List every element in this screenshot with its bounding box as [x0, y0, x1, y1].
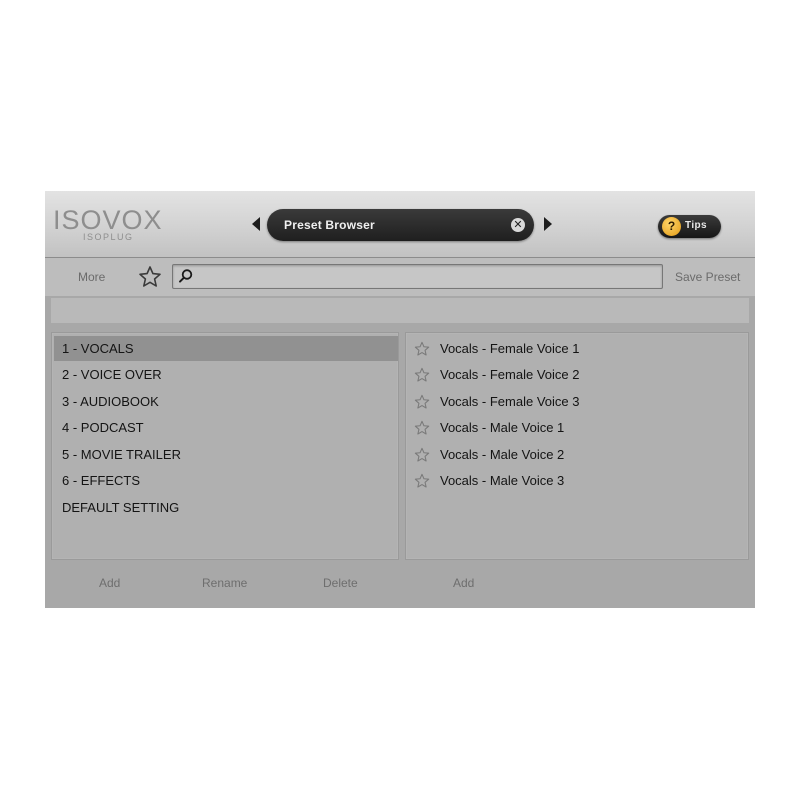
- favorite-star-icon[interactable]: [414, 394, 430, 410]
- rename-button[interactable]: Rename: [202, 576, 247, 590]
- favorite-star-icon[interactable]: [414, 447, 430, 463]
- header-bar: ISOVOX ISOPLUG Preset Browser ✕ ? Tips: [45, 191, 755, 258]
- preset-selector[interactable]: Preset Browser ✕: [267, 209, 534, 241]
- favorite-star-icon[interactable]: [414, 473, 430, 489]
- search-icon: [179, 269, 193, 283]
- more-button[interactable]: More: [78, 270, 105, 284]
- favorite-star-icon[interactable]: [414, 420, 430, 436]
- help-icon: ?: [662, 217, 681, 236]
- category-item-podcast[interactable]: 4 - PODCAST: [54, 415, 398, 440]
- tips-button[interactable]: ? Tips: [658, 215, 721, 238]
- next-preset-arrow-icon[interactable]: [544, 217, 552, 231]
- preset-label: Vocals - Male Voice 3: [440, 473, 565, 488]
- preset-label: Vocals - Female Voice 1: [440, 341, 580, 356]
- preset-label: Vocals - Female Voice 3: [440, 394, 580, 409]
- category-item-audiobook[interactable]: 3 - AUDIOBOOK: [54, 389, 398, 414]
- tips-label: Tips: [685, 220, 707, 231]
- preset-label: Vocals - Male Voice 1: [440, 420, 565, 435]
- preset-label: Vocals - Male Voice 2: [440, 447, 565, 462]
- info-strip: [51, 298, 749, 323]
- favorite-star-icon[interactable]: [414, 367, 430, 383]
- save-preset-button[interactable]: Save Preset: [675, 270, 740, 284]
- list-item[interactable]: Vocals - Female Voice 1: [406, 336, 748, 361]
- preset-browser-window: ISOVOX ISOPLUG Preset Browser ✕ ? Tips M…: [45, 191, 755, 608]
- list-item[interactable]: Vocals - Male Voice 2: [406, 442, 748, 467]
- star-icon[interactable]: [138, 265, 162, 289]
- list-item[interactable]: Vocals - Male Voice 1: [406, 415, 748, 440]
- add-preset-button[interactable]: Add: [453, 576, 474, 590]
- prev-preset-arrow-icon[interactable]: [252, 217, 260, 231]
- logo-subtitle: ISOPLUG: [83, 232, 134, 242]
- category-item-vocals[interactable]: 1 - VOCALS: [54, 336, 398, 361]
- browser-toolbar: More Save Preset: [45, 258, 755, 296]
- preset-list: Vocals - Female Voice 1 Vocals - Female …: [405, 332, 749, 560]
- category-item-movie-trailer[interactable]: 5 - MOVIE TRAILER: [54, 442, 398, 467]
- list-item[interactable]: Vocals - Female Voice 3: [406, 389, 748, 414]
- add-category-button[interactable]: Add: [99, 576, 120, 590]
- preset-title: Preset Browser: [284, 218, 375, 232]
- category-list: 1 - VOCALS 2 - VOICE OVER 3 - AUDIOBOOK …: [51, 332, 399, 560]
- list-item[interactable]: Vocals - Female Voice 2: [406, 362, 748, 387]
- delete-button[interactable]: Delete: [323, 576, 358, 590]
- favorite-star-icon[interactable]: [414, 341, 430, 357]
- list-item[interactable]: Vocals - Male Voice 3: [406, 468, 748, 493]
- category-item-effects[interactable]: 6 - EFFECTS: [54, 468, 398, 493]
- search-field[interactable]: [172, 264, 663, 289]
- category-item-default-setting[interactable]: DEFAULT SETTING: [54, 495, 398, 520]
- isovox-logo: ISOVOX ISOPLUG: [53, 205, 173, 245]
- preset-label: Vocals - Female Voice 2: [440, 367, 580, 382]
- close-icon[interactable]: ✕: [511, 218, 525, 232]
- category-item-voice-over[interactable]: 2 - VOICE OVER: [54, 362, 398, 387]
- search-input[interactable]: [197, 267, 657, 286]
